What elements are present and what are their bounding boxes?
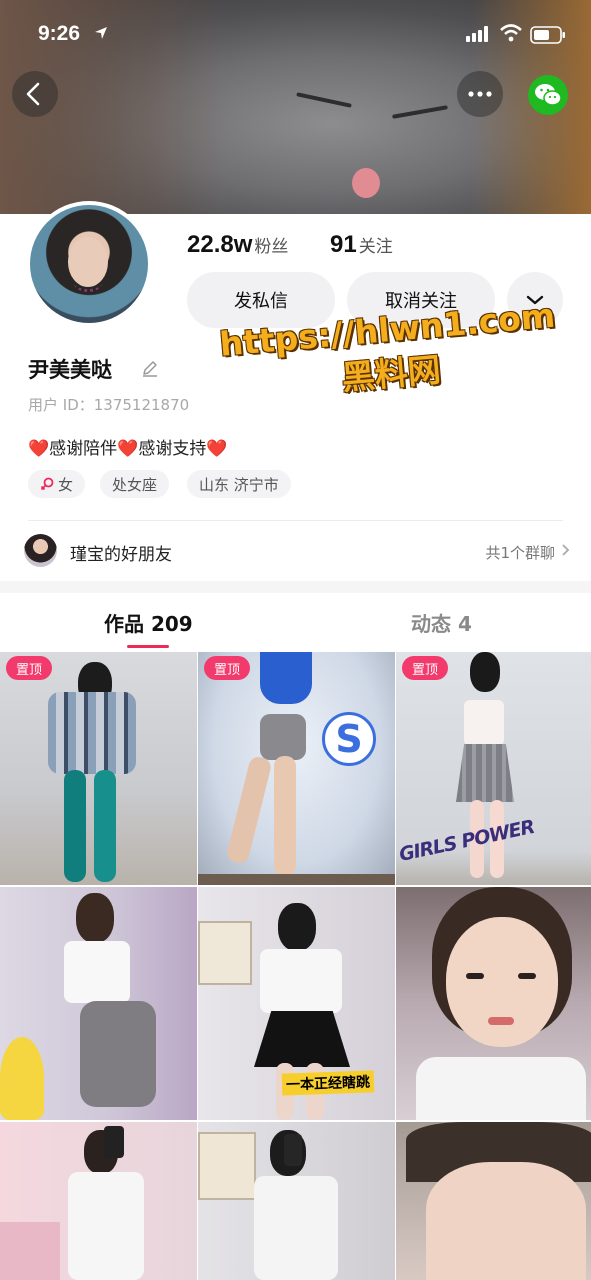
s-sticker: S (322, 712, 376, 766)
female-icon (40, 477, 54, 491)
video-thumb-8[interactable] (198, 1122, 395, 1280)
group-chat-row[interactable]: 瑾宝的好朋友 共1个群聊 (0, 522, 591, 580)
pinned-badge: 置顶 (6, 656, 53, 680)
status-bar: 9:26 (0, 0, 591, 70)
wechat-icon (535, 84, 562, 106)
cat-eye-left (296, 92, 352, 108)
avatar-photo (30, 205, 148, 323)
video-thumb-6[interactable] (396, 887, 591, 1120)
pinned-badge: 置顶 (402, 656, 449, 680)
video-thumb-2[interactable]: S 置顶 (198, 652, 395, 885)
video-thumb-4[interactable] (0, 887, 197, 1120)
wechat-button[interactable] (528, 75, 568, 115)
content-tabs: 作品 209 动态 4 (0, 593, 591, 651)
video-thumb-5[interactable]: 一本正经瞎跳 (198, 887, 395, 1120)
battery-icon (530, 26, 565, 44)
edit-icon[interactable] (140, 358, 160, 378)
video-thumb-7[interactable] (0, 1122, 197, 1280)
signal-icon (466, 26, 488, 42)
following-count: 91 (330, 231, 357, 258)
following-stat[interactable]: 91 关注 (330, 231, 393, 259)
followers-label: 粉丝 (254, 237, 289, 257)
divider (28, 520, 563, 521)
followers-count: 22.8w (187, 231, 253, 258)
location-arrow-icon (95, 27, 107, 39)
pinned-badge: 置顶 (204, 656, 251, 680)
more-button[interactable] (457, 71, 503, 117)
section-separator (0, 581, 591, 593)
avatar[interactable] (26, 201, 152, 327)
profile-name: 尹美美哒 (28, 358, 112, 382)
tab-works[interactable]: 作品 209 (104, 608, 193, 637)
group-count: 共1个群聊 (485, 544, 555, 562)
chevron-right-icon (562, 544, 570, 556)
cat-eye-right (392, 105, 448, 119)
gender-tag-label: 女 (58, 475, 74, 494)
following-label: 关注 (358, 237, 393, 257)
back-button[interactable] (12, 71, 58, 117)
followers-stat[interactable]: 22.8w 粉丝 (187, 231, 288, 259)
location-tag: 山东 济宁市 (187, 470, 291, 498)
back-icon (26, 82, 40, 106)
girls-power-sticker: GIRLS POWER (397, 815, 537, 867)
user-id: 用户 ID：1375121870 (28, 396, 190, 414)
zodiac-tag: 处女座 (100, 470, 170, 498)
video-thumb-3[interactable]: GIRLS POWER 置顶 (396, 652, 591, 885)
tab-active-indicator (127, 645, 169, 648)
profile-bio: ❤️感谢陪伴❤️感谢支持❤️ (28, 439, 228, 459)
group-name: 瑾宝的好朋友 (70, 545, 172, 565)
wifi-icon (500, 24, 522, 42)
video-thumb-1[interactable]: 置顶 (0, 652, 197, 885)
status-time: 9:26 (38, 22, 81, 45)
cat-nose (352, 168, 380, 198)
video-thumb-9[interactable] (396, 1122, 591, 1280)
gender-tag: 女 (28, 470, 86, 498)
more-icon (468, 91, 492, 97)
group-avatar (24, 534, 57, 567)
tab-moments[interactable]: 动态 4 (411, 608, 472, 637)
caption-sticker: 一本正经瞎跳 (281, 1070, 375, 1096)
